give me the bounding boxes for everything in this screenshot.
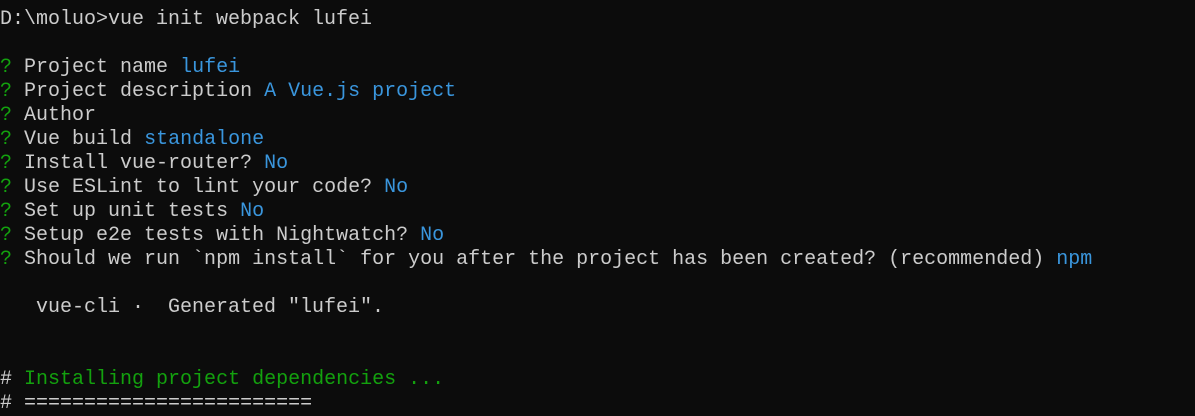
installing-line: # Installing project dependencies ...: [0, 368, 1195, 392]
question-mark-icon: ?: [0, 224, 13, 247]
question-mark-icon: ?: [0, 248, 13, 271]
prompt-question: Should we run `npm install` for you afte…: [24, 248, 1045, 271]
installing-text: Installing project dependencies ...: [24, 368, 445, 391]
prompt-line: ? Set up unit tests No: [0, 200, 1195, 224]
divider-text: ========================: [24, 392, 313, 415]
prompt-question: Set up unit tests: [24, 200, 229, 223]
prompt-line: ? Project description A Vue.js project: [0, 80, 1195, 104]
prompt-question: Project name: [24, 56, 169, 79]
question-mark-icon: ?: [0, 104, 13, 127]
prompt-line: ? Project name lufei: [0, 56, 1195, 80]
prompt-question: Setup e2e tests with Nightwatch?: [24, 224, 409, 247]
prompt-answer: No: [420, 224, 445, 247]
prompt-question: Use ESLint to lint your code?: [24, 176, 373, 199]
question-mark-icon: ?: [0, 56, 13, 79]
prompt-line: ? Should we run `npm install` for you af…: [0, 248, 1195, 272]
terminal-window[interactable]: D:\moluo>vue init webpack lufei ? Projec…: [0, 0, 1195, 416]
hash-mark: #: [0, 392, 13, 415]
prompt-question: Install vue-router?: [24, 152, 253, 175]
prompt-answer: lufei: [180, 56, 241, 79]
question-mark-icon: ?: [0, 80, 13, 103]
prompt-answer: A Vue.js project: [264, 80, 457, 103]
prompt-line: ? Setup e2e tests with Nightwatch? No: [0, 224, 1195, 248]
command-line: D:\moluo>vue init webpack lufei: [0, 8, 373, 31]
question-mark-icon: ?: [0, 176, 13, 199]
prompt-answer: No: [384, 176, 409, 199]
hash-mark: #: [0, 368, 13, 391]
prompt-list: ? Project name lufei? Project descriptio…: [0, 56, 1195, 272]
prompt-line: ? Use ESLint to lint your code? No: [0, 176, 1195, 200]
prompt-line: ? Install vue-router? No: [0, 152, 1195, 176]
prompt-line: ? Vue build standalone: [0, 128, 1195, 152]
question-mark-icon: ?: [0, 128, 13, 151]
prompt-line: ? Author: [0, 104, 1195, 128]
generated-message: vue-cli · Generated "lufei".: [0, 296, 385, 319]
prompt-question: Author: [24, 104, 97, 127]
prompt-question: Project description: [24, 80, 253, 103]
question-mark-icon: ?: [0, 200, 13, 223]
question-mark-icon: ?: [0, 152, 13, 175]
prompt-answer: standalone: [144, 128, 265, 151]
prompt-answer: No: [240, 200, 265, 223]
divider-line: # ========================: [0, 392, 1195, 416]
prompt-answer: No: [264, 152, 289, 175]
prompt-question: Vue build: [24, 128, 133, 151]
prompt-answer: npm: [1056, 248, 1093, 271]
